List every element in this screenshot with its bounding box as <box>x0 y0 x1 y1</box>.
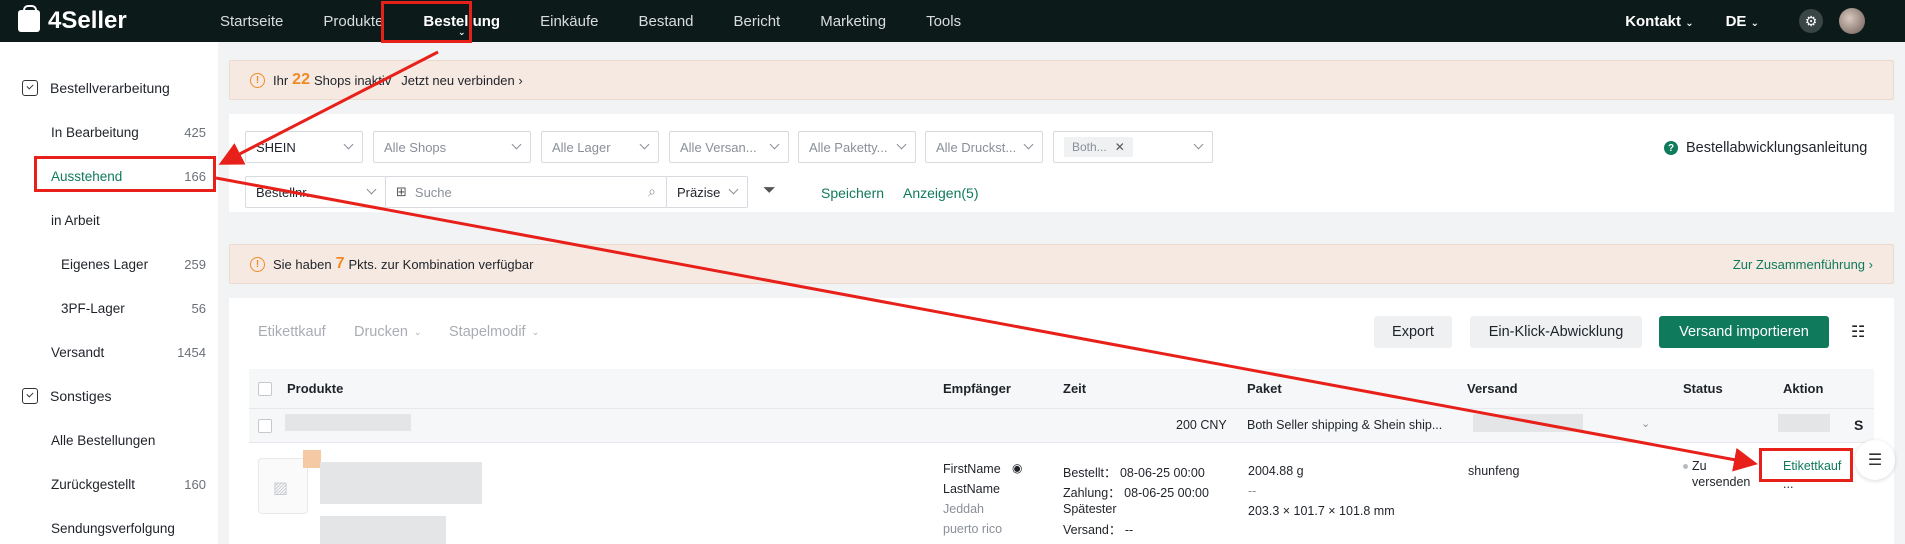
arrow-to-etikettkauf <box>215 176 1758 472</box>
arrow-to-ausstehend <box>218 50 439 165</box>
annotation-arrows <box>215 50 1758 472</box>
